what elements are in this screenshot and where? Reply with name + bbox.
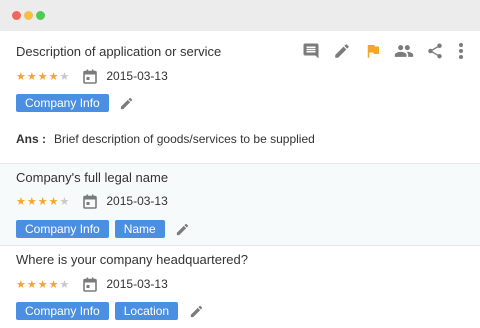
star-rating: ★ ★ ★ ★ ★ (16, 279, 70, 290)
share-icon[interactable] (425, 41, 445, 61)
question-date: 2015-03-13 (106, 69, 168, 83)
tag-list: Company Info Location (16, 302, 204, 320)
star-filled-icon: ★ (26, 194, 37, 208)
star-filled-icon: ★ (26, 277, 37, 291)
window-close-button[interactable] (12, 11, 21, 20)
edit-tags-icon[interactable] (119, 95, 135, 111)
star-filled-icon: ★ (48, 277, 59, 291)
star-filled-icon: ★ (26, 69, 37, 83)
calendar-icon (83, 69, 98, 84)
answer-label: Ans : (16, 132, 46, 146)
flag-icon[interactable] (363, 41, 383, 61)
question-date: 2015-03-13 (106, 277, 168, 291)
question-title: Description of application or service (16, 44, 222, 59)
calendar-icon (83, 277, 98, 292)
people-icon[interactable] (394, 41, 414, 61)
question-meta: ★ ★ ★ ★ ★ 2015-03-13 (16, 276, 168, 292)
tag-list: Company Info Name (16, 220, 191, 238)
tag-name[interactable]: Name (114, 220, 165, 238)
question-card: Where is your company headquartered? ★ ★ ★… (0, 246, 480, 328)
star-rating: ★ ★ ★ ★ ★ (16, 196, 70, 207)
tag-list: Company Info (16, 94, 135, 112)
star-filled-icon: ★ (37, 194, 48, 208)
comment-icon[interactable] (301, 41, 321, 61)
star-filled-icon: ★ (16, 69, 26, 83)
question-card: Company's full legal name ★ ★ ★ ★ ★ 2015-03-… (0, 164, 480, 246)
tag-location[interactable]: Location (114, 302, 179, 320)
question-title: Where is your company headquartered? (16, 252, 248, 267)
question-date: 2015-03-13 (106, 194, 168, 208)
star-empty-icon: ★ (59, 194, 70, 208)
edit-tags-icon[interactable] (175, 221, 191, 237)
calendar-icon (83, 194, 98, 209)
app-window: Description of application or service ★ (0, 0, 480, 328)
tag-company-info[interactable]: Company Info (16, 302, 109, 320)
question-meta: ★ ★ ★ ★ ★ 2015-03-13 (16, 68, 168, 84)
tag-company-info[interactable]: Company Info (16, 220, 109, 238)
edit-tags-icon[interactable] (188, 303, 204, 319)
star-filled-icon: ★ (48, 194, 59, 208)
question-card: Description of application or service ★ (0, 31, 480, 164)
more-vert-icon[interactable] (456, 41, 466, 61)
star-rating: ★ ★ ★ ★ ★ (16, 71, 70, 82)
star-filled-icon: ★ (16, 277, 26, 291)
window-maximize-button[interactable] (36, 11, 45, 20)
star-filled-icon: ★ (37, 277, 48, 291)
star-filled-icon: ★ (48, 69, 59, 83)
answer: Ans : Brief description of goods/services… (16, 132, 315, 146)
star-empty-icon: ★ (59, 277, 70, 291)
edit-icon[interactable] (332, 41, 352, 61)
answer-text: Brief description of goods/services to b… (54, 132, 315, 146)
question-actions (290, 41, 466, 61)
question-title: Company's full legal name (16, 170, 169, 185)
question-meta: ★ ★ ★ ★ ★ 2015-03-13 (16, 193, 168, 209)
star-filled-icon: ★ (16, 194, 26, 208)
tag-company-info[interactable]: Company Info (16, 94, 109, 112)
star-filled-icon: ★ (37, 69, 48, 83)
star-empty-icon: ★ (59, 69, 70, 83)
window-minimize-button[interactable] (24, 11, 33, 20)
title-bar (0, 0, 480, 31)
